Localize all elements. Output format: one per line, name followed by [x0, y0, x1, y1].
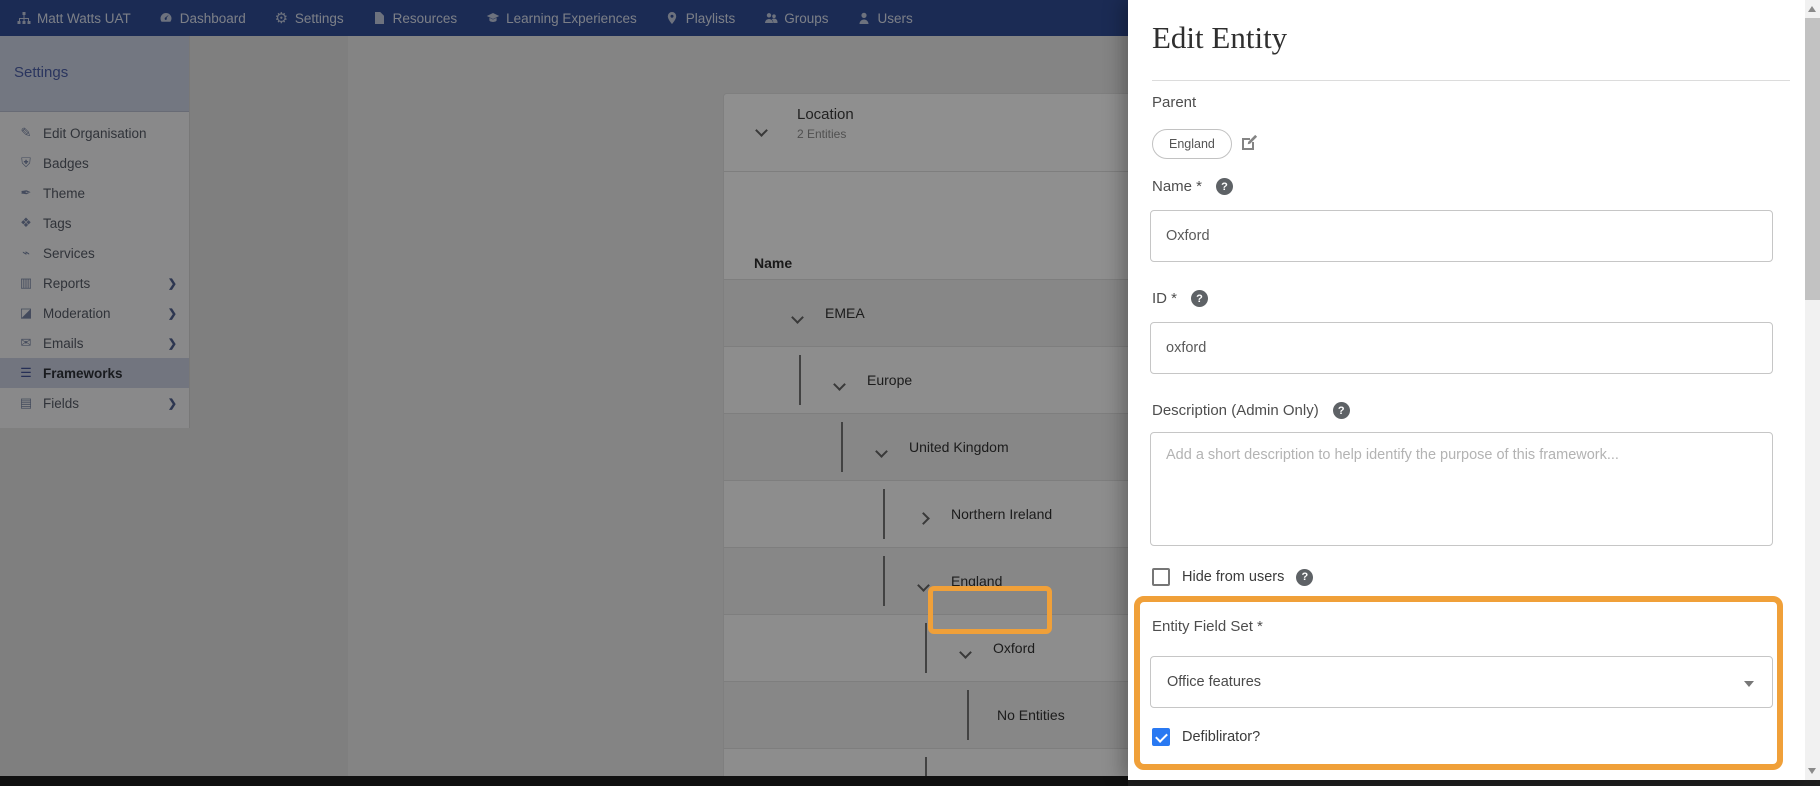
- id-label: ID *: [1152, 290, 1178, 307]
- defiblirator-checkbox[interactable]: [1152, 728, 1170, 746]
- id-input[interactable]: [1150, 322, 1773, 374]
- name-label: Name *: [1152, 178, 1203, 195]
- description-label: Description (Admin Only): [1152, 402, 1319, 419]
- edit-parent-icon[interactable]: [1240, 134, 1258, 152]
- name-input[interactable]: [1150, 210, 1773, 262]
- help-icon[interactable]: ?: [1216, 178, 1234, 195]
- edit-entity-drawer: Edit Entity Parent England Name * ? ID *…: [1128, 0, 1805, 780]
- entity-field-set-select[interactable]: Office features: [1150, 656, 1773, 708]
- description-textarea[interactable]: [1150, 432, 1773, 546]
- drawer-scrollbar[interactable]: [1805, 0, 1820, 780]
- scroll-down-arrow-icon[interactable]: [1808, 768, 1816, 774]
- application-window: Matt Watts UAT Dashboard ⚙ Settings Reso…: [0, 0, 1820, 786]
- divider: [1152, 80, 1790, 81]
- entity-field-set-selected-value: Office features: [1167, 674, 1262, 690]
- defiblirator-row[interactable]: Defiblirator?: [1152, 728, 1260, 746]
- entity-field-set-label: Entity Field Set *: [1152, 618, 1263, 635]
- hide-from-users-label: Hide from users: [1182, 569, 1285, 585]
- parent-field-label-row: Parent: [1152, 94, 1196, 111]
- help-icon[interactable]: ?: [1332, 402, 1350, 419]
- help-icon[interactable]: ?: [1296, 568, 1314, 586]
- parent-label: Parent: [1152, 94, 1197, 111]
- scrollbar-thumb[interactable]: [1805, 18, 1820, 300]
- modal-backdrop[interactable]: [0, 0, 1128, 786]
- hide-from-users-row[interactable]: Hide from users ?: [1152, 568, 1314, 586]
- entity-field-set-label-row: Entity Field Set *: [1152, 618, 1263, 635]
- parent-value-chip[interactable]: England: [1152, 129, 1232, 159]
- dropdown-caret-icon: [1744, 681, 1754, 687]
- defiblirator-label: Defiblirator?: [1182, 729, 1261, 745]
- help-icon[interactable]: ?: [1191, 290, 1209, 307]
- scroll-up-arrow-icon[interactable]: [1808, 6, 1816, 12]
- name-field-label-row: Name * ?: [1152, 178, 1234, 195]
- description-field-label-row: Description (Admin Only) ?: [1152, 402, 1350, 419]
- id-field-label-row: ID * ?: [1152, 290, 1209, 307]
- hide-from-users-checkbox[interactable]: [1152, 568, 1170, 586]
- drawer-title: Edit Entity: [1152, 20, 1288, 55]
